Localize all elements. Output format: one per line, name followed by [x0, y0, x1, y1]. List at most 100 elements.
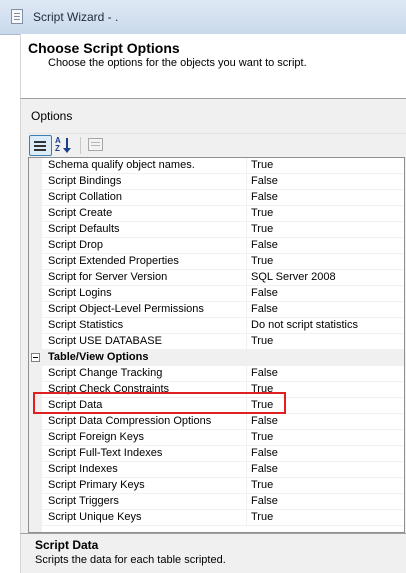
- property-name: Schema qualify object names.: [48, 159, 195, 171]
- property-value[interactable]: Do not script statistics: [251, 319, 358, 331]
- property-name: Script Statistics: [48, 319, 124, 331]
- property-value[interactable]: False: [251, 303, 278, 315]
- category-row[interactable]: Table/View Options: [29, 350, 404, 366]
- property-name: Script Defaults: [48, 223, 120, 235]
- property-value[interactable]: True: [251, 431, 273, 443]
- property-pages-icon: [88, 138, 103, 151]
- property-name: Script Foreign Keys: [48, 431, 144, 443]
- property-row[interactable]: Script Foreign Keys True: [42, 430, 404, 446]
- column-divider: [246, 478, 247, 493]
- property-value[interactable]: False: [251, 239, 278, 251]
- column-divider: [246, 414, 247, 429]
- alphabetical-icon: AZ: [55, 136, 61, 153]
- property-row[interactable]: Script Statistics Do not script statistic…: [42, 318, 404, 334]
- window-title: Script Wizard - .: [33, 10, 119, 24]
- property-name: Script Extended Properties: [48, 255, 179, 267]
- property-value[interactable]: SQL Server 2008: [251, 271, 336, 283]
- property-value[interactable]: True: [251, 207, 273, 219]
- property-value[interactable]: False: [251, 415, 278, 427]
- property-row[interactable]: Script Check Constraints True: [42, 382, 404, 398]
- column-divider: [246, 158, 247, 173]
- property-row[interactable]: Script Collation False: [42, 190, 404, 206]
- property-name: Script Collation: [48, 191, 122, 203]
- alphabetical-button[interactable]: AZ: [53, 135, 76, 156]
- property-row[interactable]: Script Bindings False: [42, 174, 404, 190]
- property-row[interactable]: Script Defaults True: [42, 222, 404, 238]
- description-text: Scripts the data for each table scripted…: [35, 554, 226, 566]
- property-name: Script Full-Text Indexes: [48, 447, 163, 459]
- column-divider: [246, 254, 247, 269]
- property-name: Script Check Constraints: [48, 383, 170, 395]
- document-icon: [11, 9, 23, 24]
- categorized-button[interactable]: [29, 135, 52, 156]
- description-panel: Script Data Scripts the data for each ta…: [20, 533, 406, 573]
- property-row[interactable]: Script Extended Properties True: [42, 254, 404, 270]
- property-value[interactable]: False: [251, 495, 278, 507]
- property-row[interactable]: Script Data True: [42, 398, 404, 414]
- description-title: Script Data: [35, 538, 99, 552]
- property-name: Script Logins: [48, 287, 112, 299]
- property-row[interactable]: Script Logins False: [42, 286, 404, 302]
- wizard-header: Choose Script Options Choose the options…: [20, 34, 406, 98]
- column-divider: [246, 286, 247, 301]
- property-row[interactable]: Script Change Tracking False: [42, 366, 404, 382]
- property-name: Script Triggers: [48, 495, 119, 507]
- property-value[interactable]: False: [251, 367, 278, 379]
- column-divider: [246, 270, 247, 285]
- property-value[interactable]: True: [251, 479, 273, 491]
- categorized-icon: [34, 141, 46, 151]
- property-value[interactable]: True: [251, 511, 273, 523]
- property-name: Script Object-Level Permissions: [48, 303, 204, 315]
- collapse-icon[interactable]: [31, 353, 40, 362]
- property-row[interactable]: Script Create True: [42, 206, 404, 222]
- property-value[interactable]: True: [251, 223, 273, 235]
- property-name: Script Create: [48, 207, 113, 219]
- property-name: Script Drop: [48, 239, 104, 251]
- property-value[interactable]: False: [251, 191, 278, 203]
- column-divider: [246, 222, 247, 237]
- property-name: Script Data Compression Options: [48, 415, 212, 427]
- column-divider: [246, 190, 247, 205]
- column-divider: [246, 446, 247, 461]
- column-divider: [246, 430, 247, 445]
- sort-arrow-icon: [63, 138, 71, 153]
- title-bar: Script Wizard - .: [0, 0, 406, 35]
- property-row[interactable]: Script Unique Keys True: [42, 510, 404, 526]
- category-label: Table/View Options: [48, 351, 149, 363]
- options-panel: Options AZ Schema qualify object names. T…: [20, 98, 406, 573]
- property-value[interactable]: True: [251, 335, 273, 347]
- property-row[interactable]: Script Drop False: [42, 238, 404, 254]
- property-name: Script Change Tracking: [48, 367, 163, 379]
- property-value[interactable]: True: [251, 255, 273, 267]
- column-divider: [246, 510, 247, 525]
- property-pages-button[interactable]: [85, 135, 108, 156]
- property-value[interactable]: False: [251, 447, 278, 459]
- property-row[interactable]: Schema qualify object names. True: [42, 158, 404, 174]
- column-divider: [246, 494, 247, 509]
- property-row[interactable]: Script Triggers False: [42, 494, 404, 510]
- grid-margin: [29, 158, 42, 532]
- property-name: Script for Server Version: [48, 271, 168, 283]
- property-value[interactable]: False: [251, 175, 278, 187]
- property-row[interactable]: Script for Server Version SQL Server 2008: [42, 270, 404, 286]
- page-title: Choose Script Options: [28, 40, 180, 56]
- property-row[interactable]: Script Indexes False: [42, 462, 404, 478]
- property-name: Script Indexes: [48, 463, 118, 475]
- property-value[interactable]: True: [251, 383, 273, 395]
- property-name: Script Unique Keys: [48, 511, 142, 523]
- property-value[interactable]: False: [251, 287, 278, 299]
- property-row[interactable]: Script Object-Level Permissions False: [42, 302, 404, 318]
- column-divider: [246, 462, 247, 477]
- property-row[interactable]: Script Full-Text Indexes False: [42, 446, 404, 462]
- page-subtitle: Choose the options for the objects you w…: [48, 57, 307, 69]
- property-row[interactable]: Script Primary Keys True: [42, 478, 404, 494]
- property-value[interactable]: True: [251, 159, 273, 171]
- property-grid[interactable]: Schema qualify object names. True Script B…: [28, 157, 405, 533]
- property-value[interactable]: False: [251, 463, 278, 475]
- property-row[interactable]: Script Data Compression Options False: [42, 414, 404, 430]
- toolbar-separator: [80, 137, 81, 154]
- property-value[interactable]: True: [251, 399, 273, 411]
- property-name: Script Bindings: [48, 175, 122, 187]
- property-row[interactable]: Script USE DATABASE True: [42, 334, 404, 350]
- column-divider: [246, 238, 247, 253]
